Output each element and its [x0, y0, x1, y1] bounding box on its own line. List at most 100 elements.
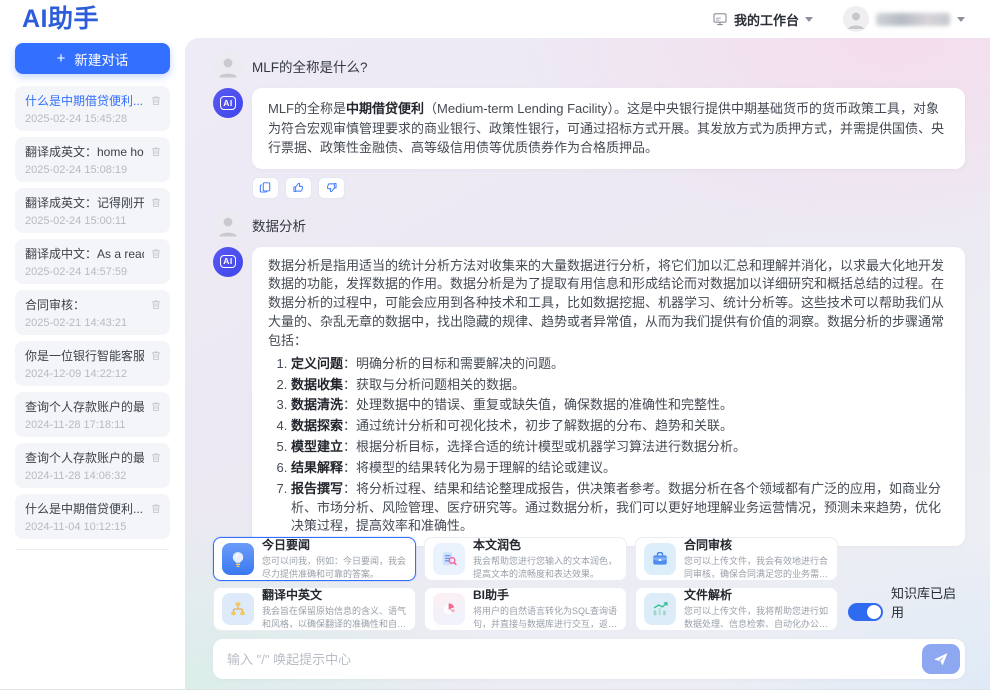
analysis-step: 结果解释：将模型的结果转化为易于理解的结论或建议。 — [291, 459, 949, 478]
conversation-title: 什么是中期借贷便利... — [25, 500, 144, 517]
card-desc: 您可以上传文件，我会有效地进行合同审核，确保合同满足您的业务需求。 — [684, 555, 829, 579]
app-logo: AI助手 — [22, 7, 99, 32]
conversation-time: 2024-11-28 17:18:11 — [25, 419, 144, 431]
answer-prefix: MLF的全称是 — [268, 101, 346, 116]
conversation-title: 查询个人存款账户的最新... — [25, 398, 144, 415]
chevron-down-icon — [957, 17, 965, 22]
step-label: 数据探索 — [291, 418, 343, 433]
ai-message-bubble: MLF的全称是中期借贷便利（Medium-term Lending Facili… — [252, 88, 965, 169]
knowledge-base-area: 知识库已启用 — [848, 537, 965, 631]
conversation-title: 翻译成中文：As a reader... — [25, 245, 144, 262]
user-avatar-icon — [213, 210, 243, 240]
paper-plane-icon — [933, 651, 949, 667]
step-colon: ： — [343, 397, 356, 412]
conversation-title: 翻译成英文：记得刚开始... — [25, 194, 144, 211]
sidebar: + 新建对话 什么是中期借贷便利... 2025-02-24 15:45:28 … — [0, 38, 185, 689]
card-contract-review[interactable]: 合同审核 您可以上传文件，我会有效地进行合同审核，确保合同满足您的业务需求。 — [635, 537, 838, 581]
step-colon: ： — [343, 356, 356, 371]
step-label: 结果解释 — [291, 460, 343, 475]
card-title: 翻译中英文 — [262, 588, 407, 603]
step-colon: ： — [343, 460, 356, 475]
card-text-polish[interactable]: 本文润色 我会帮助您进行您输入的文本润色，提高文本的流畅度和表达效果。 — [424, 537, 627, 581]
card-daily-news[interactable]: 今日要闻 您可以问我，例如：今日要闻，我会尽力提供准确和可靠的答案。 — [213, 537, 416, 581]
step-text: 获取与分析问题相关的数据。 — [356, 377, 525, 392]
card-translate[interactable]: 翻译中英文 我会旨在保留原始信息的含义、语气和风格，以确保翻译的准确性和自然流畅… — [213, 587, 416, 631]
delete-icon[interactable] — [150, 349, 162, 362]
card-bi-assistant[interactable]: BI助手 将用户的自然语言转化为SQL查询语句，并直接与数据库进行交互，返回智能… — [424, 587, 627, 631]
monitor-icon — [712, 11, 728, 27]
conversation-item[interactable]: 你是一位银行智能客服，... 2024-12-09 14:22:12 — [15, 341, 170, 386]
avatar — [843, 6, 869, 32]
send-button[interactable] — [922, 644, 960, 674]
conversation-item[interactable]: 合同审核： 2025-02-21 14:43:21 — [15, 290, 170, 335]
thumbs-down-button[interactable] — [318, 177, 345, 199]
analysis-step: 数据收集：获取与分析问题相关的数据。 — [291, 376, 949, 395]
new-chat-button[interactable]: + 新建对话 — [15, 43, 170, 74]
step-text: 将分析过程、结果和结论整理成报告，供决策者参考。数据分析在各个领域都有广泛的应用… — [291, 481, 941, 534]
copy-button[interactable] — [252, 177, 279, 199]
delete-icon[interactable] — [150, 196, 162, 209]
message-actions — [252, 177, 965, 199]
card-desc: 您可以上传文件，我将帮助您进行如数据处理、信息检索、自动化办公等。 — [684, 605, 829, 629]
card-desc: 我会帮助您进行您输入的文本润色，提高文本的流畅度和表达效果。 — [473, 555, 618, 579]
conversation-list: 什么是中期借贷便利... 2025-02-24 15:45:28 翻译成英文：h… — [15, 86, 170, 539]
knowledge-base-label: 知识库已启用 — [891, 583, 965, 621]
delete-icon[interactable] — [150, 451, 162, 464]
conversation-item[interactable]: 什么是中期借贷便利... 2024-11-04 10:12:15 — [15, 494, 170, 539]
card-title: BI助手 — [473, 588, 618, 603]
conversation-time: 2025-02-24 15:08:19 — [25, 164, 144, 176]
message-input[interactable] — [227, 652, 922, 667]
user-message-text: 数据分析 — [252, 215, 306, 235]
conversation-time: 2024-11-04 10:12:15 — [25, 521, 144, 533]
conversation-item[interactable]: 查询个人存款账户的最新... 2024-11-28 14:06:32 — [15, 443, 170, 488]
workspace-menu[interactable]: 我的工作台 — [712, 10, 813, 29]
toggle-knob — [867, 605, 881, 619]
step-colon: ： — [343, 418, 356, 433]
step-text: 通过统计分析和可视化技术，初步了解数据的分布、趋势和关联。 — [356, 418, 733, 433]
conversation-time: 2024-12-09 14:22:12 — [25, 368, 144, 380]
conversation-item[interactable]: 翻译成中文：As a reader... 2025-02-24 14:57:59 — [15, 239, 170, 284]
copy-icon — [259, 181, 272, 194]
delete-icon[interactable] — [150, 247, 162, 260]
delete-icon[interactable] — [150, 94, 162, 107]
user-name-redacted — [876, 13, 950, 26]
conversation-item[interactable]: 查询个人存款账户的最新... 2024-11-28 17:18:11 — [15, 392, 170, 437]
feature-cards: 今日要闻 您可以问我，例如：今日要闻，我会尽力提供准确和可靠的答案。 本文润色 … — [213, 537, 838, 631]
knowledge-base-toggle[interactable] — [848, 603, 883, 621]
briefcase-icon — [644, 543, 676, 575]
card-file-parse[interactable]: 文件解析 您可以上传文件，我将帮助您进行如数据处理、信息检索、自动化办公等。 — [635, 587, 838, 631]
thumbs-up-button[interactable] — [285, 177, 312, 199]
conversation-time: 2025-02-24 14:57:59 — [25, 266, 144, 278]
conversation-title: 翻译成英文：home home — [25, 143, 144, 160]
user-message: MLF的全称是什么? — [213, 52, 965, 80]
delete-icon[interactable] — [150, 400, 162, 413]
chat-panel: MLF的全称是什么? AI MLF的全称是中期借贷便利（Medium-term … — [185, 38, 990, 689]
new-chat-label: 新建对话 — [74, 49, 128, 69]
user-avatar-icon — [213, 51, 243, 81]
chevron-down-icon — [805, 17, 813, 22]
analysis-step: 数据探索：通过统计分析和可视化技术，初步了解数据的分布、趋势和关联。 — [291, 417, 949, 436]
delete-icon[interactable] — [150, 502, 162, 515]
quick-actions-area: 今日要闻 您可以问我，例如：今日要闻，我会尽力提供准确和可靠的答案。 本文润色 … — [213, 537, 965, 631]
user-menu[interactable] — [843, 6, 965, 32]
conversation-item[interactable]: 什么是中期借贷便利... 2025-02-24 15:45:28 — [15, 86, 170, 131]
org-tree-icon — [222, 593, 254, 625]
analysis-step: 数据清洗：处理数据中的错误、重复或缺失值，确保数据的准确性和完整性。 — [291, 396, 949, 415]
conversation-item[interactable]: 翻译成英文：home home 2025-02-24 15:08:19 — [15, 137, 170, 182]
step-colon: ： — [343, 439, 356, 454]
card-title: 文件解析 — [684, 588, 829, 603]
user-message-text: MLF的全称是什么? — [252, 56, 368, 76]
ai-avatar-icon: AI — [213, 247, 243, 277]
delete-icon[interactable] — [150, 145, 162, 158]
ai-avatar-icon: AI — [213, 88, 243, 118]
card-title: 今日要闻 — [262, 538, 407, 553]
workspace-label: 我的工作台 — [734, 10, 799, 29]
delete-icon[interactable] — [150, 298, 162, 311]
conversation-item[interactable]: 翻译成英文：记得刚开始... 2025-02-24 15:00:11 — [15, 188, 170, 233]
analysis-step: 报告撰写：将分析过程、结果和结论整理成报告，供决策者参考。数据分析在各个领域都有… — [291, 480, 949, 537]
analysis-step: 定义问题：明确分析的目标和需要解决的问题。 — [291, 355, 949, 374]
answer-bold-term: 中期借贷便利 — [346, 101, 424, 116]
step-label: 报告撰写 — [291, 481, 343, 496]
chart-up-icon — [644, 593, 676, 625]
card-desc: 将用户的自然语言转化为SQL查询语句，并直接与数据库进行交互，返回智能推荐的图表… — [473, 605, 618, 629]
